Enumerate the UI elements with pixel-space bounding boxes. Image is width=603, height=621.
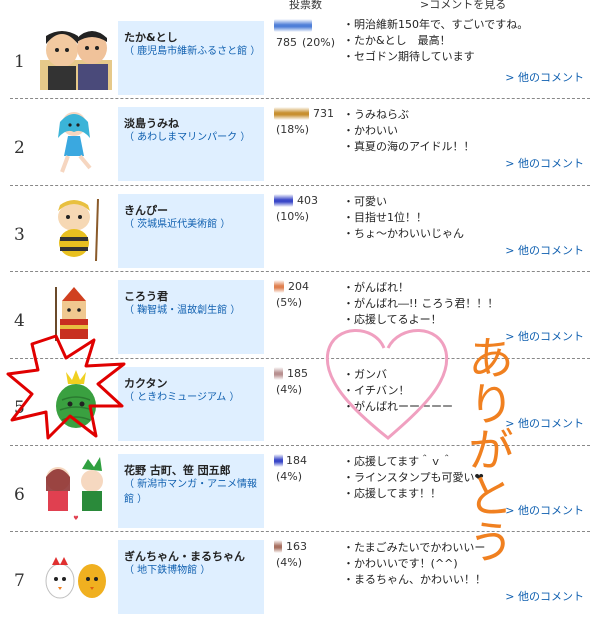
more-comments-link[interactable]: > 他のコメント (505, 588, 584, 604)
mascot-card[interactable]: 淡島うみね （ あわしまマリンパーク ） (118, 107, 264, 181)
mascot-card[interactable]: 花野 古町、笹 団五郎 （ 新潟市マンガ・アニメ情報館 ） (118, 454, 264, 528)
mascot-card[interactable]: たか&とし （ 鹿児島市維新ふるさと館 ） (118, 21, 264, 95)
vote-percent: (20%) (302, 36, 336, 49)
mascot-name: 花野 古町、笹 団五郎 (124, 464, 231, 477)
vote-percent: (10%) (276, 210, 310, 223)
row-divider (10, 271, 590, 272)
vote-percent: (4%) (276, 383, 303, 396)
vote-percent: (18%) (276, 123, 310, 136)
comment-list: ・可愛い ・目指せ1位！！ ・ちょ～かわいいじゃん (343, 194, 464, 242)
mascot-card[interactable]: ぎんちゃん・まるちゃん （ 地下鉄博物館 ） (118, 540, 264, 614)
comment-item: ・かわいい (343, 124, 398, 137)
comments-column-header: >コメントを見る (420, 0, 507, 11)
rank-number: 2 (14, 138, 25, 158)
comment-list: ・明治維新150年で、すごいですね。 ・たか&とし 最高！ ・セゴドン期待してい… (343, 17, 528, 65)
comment-item: ・たか&とし 最高！ (343, 34, 451, 47)
mascot-card[interactable]: カクタン （ ときわミュージアム ） (118, 367, 264, 441)
mascot-image-taka-toshi[interactable] (38, 22, 114, 90)
vote-bar (274, 540, 282, 553)
vote-bar (274, 280, 284, 293)
facility-link[interactable]: （ ときわミュージアム ） (124, 390, 262, 405)
comment-item: ・ちょ～かわいいじゃん (343, 227, 464, 240)
mascot-name: たか&とし (124, 31, 178, 44)
vote-percent: (5%) (276, 296, 303, 309)
vote-count: 731 (313, 107, 334, 120)
vote-percent: (4%) (276, 470, 303, 483)
facility-link[interactable]: （ 地下鉄博物館 ） (124, 563, 262, 578)
vote-count: 204 (288, 280, 309, 293)
comment-item: ・セゴドン期待しています (343, 50, 475, 63)
mascot-image-hanano-furumachi-sasa-dangoro[interactable]: ♥ (38, 455, 114, 523)
facility-link[interactable]: （ 茨城県近代美術館 ） (124, 217, 262, 232)
more-comments-link[interactable]: > 他のコメント (505, 69, 584, 85)
pink-heart-scribble (325, 329, 449, 440)
svg-text:♥: ♥ (73, 515, 78, 522)
vote-count: 184 (286, 454, 307, 467)
comment-list: ・うみねらぶ ・かわいい ・真夏の海のアイドル！！ (343, 107, 474, 155)
vote-percent: (4%) (276, 556, 303, 569)
mascot-card[interactable]: きんぴー （ 茨城県近代美術館 ） (118, 194, 264, 268)
mascot-name: きんぴー (124, 204, 168, 217)
comment-item: ・真夏の海のアイドル！！ (343, 140, 475, 153)
more-comments-link[interactable]: > 他のコメント (505, 155, 584, 171)
comment-item: ・うみねらぶ (343, 108, 409, 121)
vote-bar (274, 19, 312, 32)
more-comments-link[interactable]: > 他のコメント (505, 502, 584, 518)
mascot-image-ginchan-maruchan[interactable] (38, 541, 114, 609)
facility-link[interactable]: （ 鹿児島市維新ふるさと館 ） (124, 44, 262, 59)
comment-item: ・まるちゃん、かわいい！！ (343, 573, 486, 586)
rank-number: 7 (14, 571, 25, 591)
mascot-image-kinpi[interactable] (38, 195, 114, 263)
votes-column-header: 投票数 (289, 0, 322, 11)
red-star-scribble (6, 334, 126, 440)
vote-bar (274, 107, 309, 120)
vote-bar (274, 367, 283, 380)
row-divider (10, 185, 590, 186)
comment-item: ・明治維新150年で、すごいですね。 (343, 18, 529, 31)
comment-item: ・がんばれ！ (343, 281, 409, 294)
facility-link[interactable]: （ あわしまマリンパーク ） (124, 130, 262, 145)
vote-bar (274, 454, 283, 467)
mascot-name: 淡島うみね (124, 117, 179, 130)
ranking-row: 2 淡島うみね （ あわしまマリンパーク ） 731 (18%) ・うみねらぶ … (0, 98, 590, 184)
comment-item: ・がんばれ―!! ころう君！！！ (343, 297, 499, 310)
more-comments-link[interactable]: > 他のコメント (505, 242, 584, 258)
mascot-name: ぎんちゃん・まるちゃん (124, 550, 245, 563)
mascot-image-awashima-umine[interactable] (38, 108, 114, 176)
facility-link[interactable]: （ 新潟市マンガ・アニメ情報館 ） (124, 477, 262, 507)
handwritten-thanks: ありがとう (461, 334, 515, 564)
more-comments-link[interactable]: > 他のコメント (505, 328, 584, 344)
ranking-row: 3 きんぴー （ 茨城県近代美術館 ） 403 (10%) ・可愛い ・目指せ1… (0, 185, 590, 271)
comment-item: ・目指せ1位！！ (343, 211, 427, 224)
mascot-name: ころう君 (124, 290, 168, 303)
comment-item: ・可愛い (343, 195, 387, 208)
vote-count: 185 (287, 367, 308, 380)
vote-count: 163 (286, 540, 307, 553)
rank-number: 4 (14, 311, 25, 331)
vote-bar (274, 194, 293, 207)
more-comments-link[interactable]: > 他のコメント (505, 415, 584, 431)
rank-number: 3 (14, 225, 25, 245)
ranking-row: 1 たか&とし （ 鹿児島市維新ふるさと館 ） 785 (20%) ・明治維新1… (0, 12, 590, 98)
vote-count: 785 (276, 36, 297, 49)
rank-number: 1 (14, 52, 25, 72)
mascot-card[interactable]: ころう君 （ 鞠智城・温故創生館 ） (118, 280, 264, 354)
rank-number: 6 (14, 485, 25, 505)
vote-count: 403 (297, 194, 318, 207)
facility-link[interactable]: （ 鞠智城・温故創生館 ） (124, 303, 262, 318)
row-divider (10, 98, 590, 99)
mascot-name: カクタン (124, 377, 168, 390)
